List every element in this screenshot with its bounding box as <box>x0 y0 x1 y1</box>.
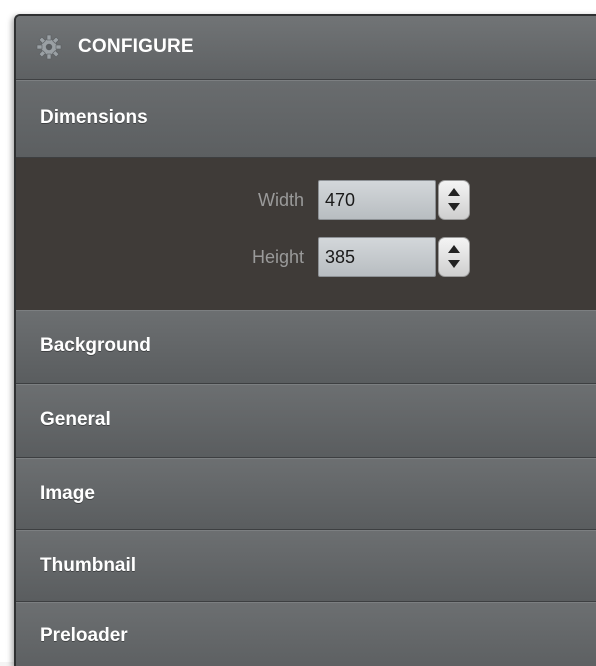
gear-icon <box>36 34 62 60</box>
section-preloader[interactable]: Preloader <box>16 602 596 666</box>
section-background-label: Background <box>40 335 151 356</box>
width-field[interactable]: 470 <box>318 180 436 220</box>
chevron-up-icon[interactable] <box>448 245 460 253</box>
dimensions-body: Width 470 Height 385 <box>16 158 596 311</box>
chevron-down-icon[interactable] <box>448 203 460 211</box>
screenshot-frame: CONFIGURE Dimensions Width 470 Height 38… <box>0 0 596 666</box>
width-label: Width <box>257 190 304 210</box>
section-image[interactable]: Image <box>16 458 596 530</box>
section-thumbnail-label: Thumbnail <box>40 555 137 576</box>
panel-title: CONFIGURE <box>78 36 194 57</box>
width-stepper[interactable] <box>438 180 470 220</box>
height-stepper[interactable] <box>438 237 470 277</box>
panel-header: CONFIGURE <box>16 16 596 80</box>
section-preloader-label: Preloader <box>40 625 128 646</box>
section-dimensions[interactable]: Dimensions <box>16 80 596 158</box>
section-background[interactable]: Background <box>16 310 596 384</box>
height-label: Height <box>251 247 304 267</box>
section-general[interactable]: General <box>16 384 596 458</box>
chevron-down-icon[interactable] <box>448 260 460 268</box>
configure-panel: CONFIGURE Dimensions Width 470 Height 38… <box>14 14 596 666</box>
section-general-label: General <box>40 409 111 430</box>
section-thumbnail[interactable]: Thumbnail <box>16 530 596 602</box>
chevron-up-icon[interactable] <box>448 188 460 196</box>
section-image-label: Image <box>40 483 95 504</box>
height-field[interactable]: 385 <box>318 237 436 277</box>
section-dimensions-label: Dimensions <box>40 107 148 128</box>
